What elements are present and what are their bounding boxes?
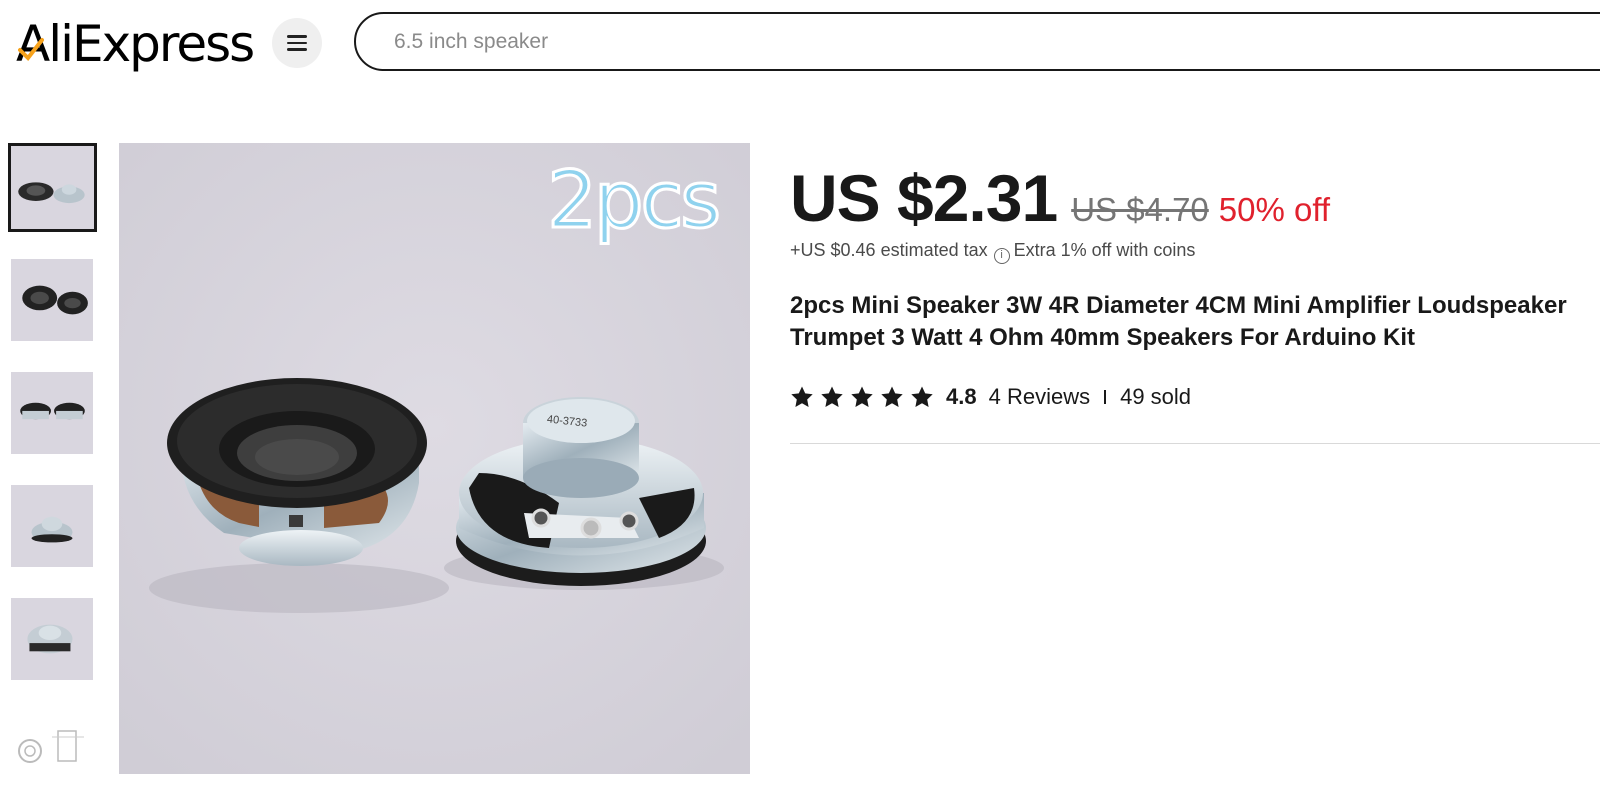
search-bar[interactable] (354, 12, 1600, 71)
thumbnail-5[interactable] (11, 598, 93, 680)
thumbnail-4[interactable] (11, 485, 93, 567)
original-price: US $4.70 (1071, 191, 1209, 228)
search-input[interactable] (394, 28, 1394, 56)
price-row: US $2.31 US $4.70 50% off (790, 160, 1330, 236)
hamburger-icon (287, 35, 307, 51)
thumbnail-2[interactable] (11, 259, 93, 341)
estimated-tax: +US $0.46 estimated tax (790, 240, 988, 260)
discount-badge: 50% off (1218, 191, 1331, 228)
header: AliExpress (0, 0, 1600, 90)
tax-row: +US $0.46 estimated tax i Extra 1% off wit… (790, 240, 1195, 264)
star-icon (851, 386, 873, 407)
main-product-image[interactable]: 40-3733 2pcs (119, 143, 750, 774)
star-icon (791, 386, 813, 407)
speaker-pair-image (11, 146, 94, 229)
menu-button[interactable] (272, 18, 322, 68)
star-icon (911, 386, 933, 407)
star-rating (790, 385, 934, 409)
thumbnail-1[interactable] (8, 143, 97, 232)
diagram-image (18, 730, 84, 763)
coins-note: Extra 1% off with coins (1013, 240, 1196, 260)
rating-score: 4.8 (946, 384, 977, 409)
logo-text: AliExpress (16, 15, 255, 73)
divider (790, 443, 1600, 444)
current-price: US $2.31 (790, 161, 1058, 235)
sold-count: 49 sold (1120, 384, 1192, 409)
aliexpress-logo[interactable]: AliExpress (16, 14, 255, 74)
speaker-pair-image (11, 372, 93, 454)
reviews-link[interactable]: 4 Reviews (989, 384, 1090, 410)
overlay-quantity-text: 2pcs (546, 155, 723, 248)
star-icon (881, 386, 903, 407)
speaker-pair-image (11, 259, 93, 341)
rating-row: 4.8 4 Reviews 49 sold (790, 384, 1191, 410)
thumbnail-3[interactable] (11, 372, 93, 454)
speaker-image (11, 485, 93, 567)
thumbnail-6[interactable] (11, 723, 93, 763)
logo-check-icon (18, 38, 44, 62)
star-icon (821, 386, 843, 407)
speaker-image (11, 598, 93, 680)
info-icon[interactable]: i (993, 248, 1010, 264)
product-title: 2pcs Mini Speaker 3W 4R Diameter 4CM Min… (790, 292, 1567, 351)
separator (1104, 390, 1107, 404)
